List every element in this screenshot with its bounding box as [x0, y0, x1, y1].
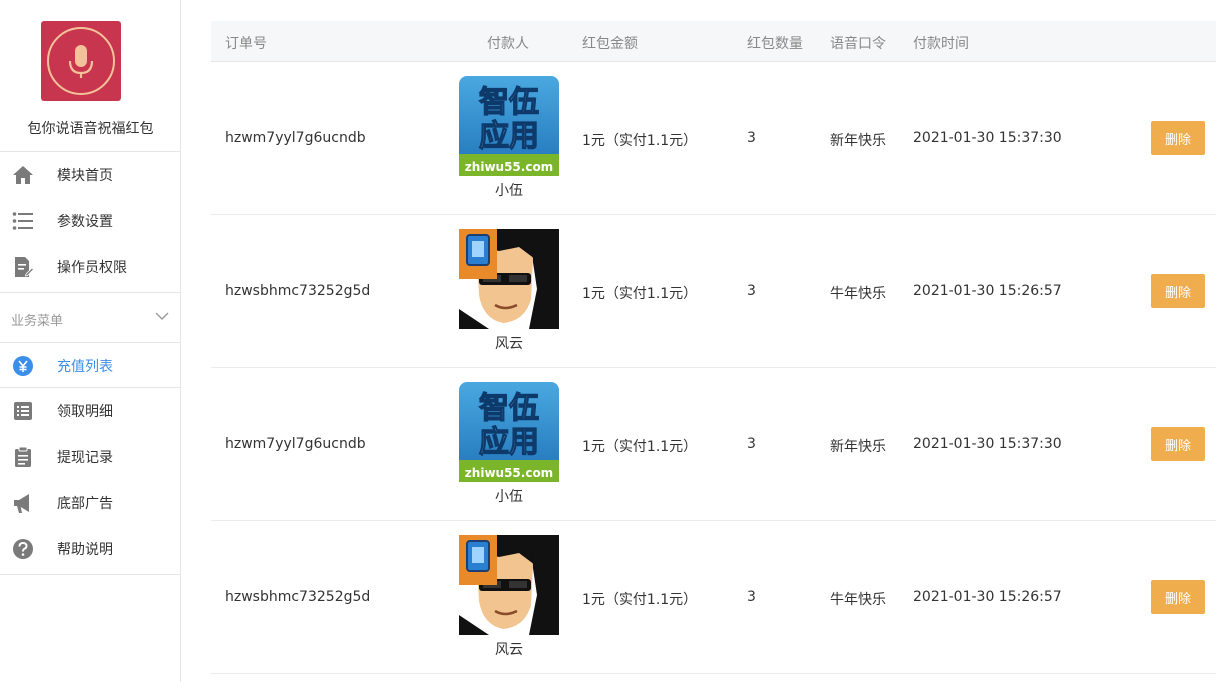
voice-password: 牛年快乐	[830, 286, 886, 302]
nav-item-label: 参数设置	[57, 214, 113, 230]
clipboard-icon	[15, 446, 31, 467]
section-business-menu[interactable]: 业务菜单	[0, 293, 180, 343]
app-name: 包你说语音祝福红包	[27, 121, 154, 137]
detail-list-icon	[14, 402, 32, 420]
nav-item-label: 帮助说明	[57, 542, 113, 558]
header-voice-password: 语音口令	[830, 36, 886, 52]
delete-button[interactable]: 删除	[1151, 121, 1205, 155]
header-pay-time: 付款时间	[913, 36, 969, 52]
red-packet-amount: 1元（实付1.1元）	[582, 286, 698, 302]
header-payer: 付款人	[487, 36, 529, 52]
order-number: hzwsbhmc73252g5d	[225, 283, 371, 299]
nav-item-operator-permissions[interactable]: 操作员权限	[0, 244, 180, 290]
avatar-image	[459, 229, 559, 329]
payer-name: 小伍	[495, 489, 523, 505]
nav-group-business: 领取明细 提现记录 底部广告 帮助说明	[0, 388, 180, 575]
table-row: hzwsbhmc73252g5d 风云 1元（实付1.1元） 3 牛年快乐 2021-0…	[211, 215, 1216, 368]
pay-time: 2021-01-30 15:37:30	[913, 130, 1062, 146]
voice-password: 新年快乐	[830, 439, 886, 455]
red-packet-amount: 1元（实付1.1元）	[582, 133, 698, 149]
red-packet-count: 3	[747, 130, 756, 146]
avatar-image	[459, 535, 559, 635]
delete-button[interactable]: 删除	[1151, 274, 1205, 308]
recharge-table: 订单号 付款人 红包金额 红包数量 语音口令 付款时间 hzwm7yyl7g6u…	[211, 21, 1216, 674]
svg-text:zhiwu55.com: zhiwu55.com	[465, 160, 553, 174]
svg-text:应用: 应用	[479, 425, 539, 460]
pay-time: 2021-01-30 15:37:30	[913, 436, 1062, 452]
payer-name: 风云	[495, 642, 523, 658]
pay-time: 2021-01-30 15:26:57	[913, 283, 1062, 299]
payer-avatar	[459, 229, 559, 329]
nav-item-recharge-list[interactable]: 充值列表	[0, 343, 180, 389]
nav-item-withdraw-records[interactable]: 提现记录	[0, 434, 180, 480]
chevron-down-icon	[155, 312, 169, 320]
home-icon	[13, 166, 33, 184]
payer-avatar: 智伍 应用 zhiwu55.com	[459, 382, 559, 482]
table-body: hzwm7yyl7g6ucndb 智伍 应用 zhiwu55.com 小伍 1元（…	[211, 62, 1216, 674]
payer-avatar: 智伍 应用 zhiwu55.com	[459, 76, 559, 176]
payer-name: 风云	[495, 336, 523, 352]
nav-item-label: 操作员权限	[57, 260, 127, 276]
list-settings-icon	[12, 212, 33, 230]
header-order-no: 订单号	[225, 36, 267, 52]
voice-password: 新年快乐	[830, 133, 886, 149]
pay-time: 2021-01-30 15:26:57	[913, 589, 1062, 605]
app-logo	[41, 21, 121, 101]
header-count: 红包数量	[747, 36, 803, 52]
delete-button[interactable]: 删除	[1151, 427, 1205, 461]
microphone-icon	[68, 45, 94, 78]
red-packet-count: 3	[747, 283, 756, 299]
red-packet-count: 3	[747, 436, 756, 452]
order-number: hzwsbhmc73252g5d	[225, 589, 371, 605]
nav-item-home[interactable]: 模块首页	[0, 152, 180, 198]
red-packet-count: 3	[747, 589, 756, 605]
megaphone-icon	[14, 494, 29, 513]
nav-item-settings[interactable]: 参数设置	[0, 198, 180, 244]
document-edit-icon	[15, 257, 34, 277]
red-packet-amount: 1元（实付1.1元）	[582, 439, 698, 455]
section-label: 业务菜单	[11, 314, 64, 329]
order-number: hzwm7yyl7g6ucndb	[225, 436, 366, 452]
order-number: hzwm7yyl7g6ucndb	[225, 130, 366, 146]
avatar-image: 智伍 应用 zhiwu55.com	[459, 382, 559, 482]
nav-item-label: 底部广告	[57, 496, 113, 512]
nav-item-label: 提现记录	[57, 450, 113, 466]
svg-text:智伍: 智伍	[479, 85, 539, 120]
red-packet-amount: 1元（实付1.1元）	[582, 592, 698, 608]
help-icon	[13, 539, 33, 559]
nav-item-claim-details[interactable]: 领取明细	[0, 388, 180, 434]
table-row: hzwsbhmc73252g5d 风云 1元（实付1.1元） 3 牛年快乐 2021-0…	[211, 521, 1216, 674]
nav-item-label: 领取明细	[57, 404, 113, 420]
table-header: 订单号 付款人 红包金额 红包数量 语音口令 付款时间	[211, 21, 1216, 62]
nav-group-main: 模块首页 参数设置 操作员权限	[0, 152, 180, 293]
table-row: hzwm7yyl7g6ucndb 智伍 应用 zhiwu55.com 小伍 1元（…	[211, 62, 1216, 215]
payer-name: 小伍	[495, 183, 523, 199]
app-header: 包你说语音祝福红包	[0, 0, 180, 152]
svg-text:zhiwu55.com: zhiwu55.com	[465, 466, 553, 480]
sidebar: 包你说语音祝福红包 模块首页 参数设置 操作员权限 业务菜单 充值列表 领取明细…	[0, 0, 181, 682]
yen-coin-icon	[13, 356, 33, 376]
nav-item-bottom-ads[interactable]: 底部广告	[0, 480, 180, 526]
voice-password: 牛年快乐	[830, 592, 886, 608]
delete-button[interactable]: 删除	[1151, 580, 1205, 614]
header-amount: 红包金额	[582, 36, 638, 52]
svg-text:智伍: 智伍	[479, 391, 539, 426]
avatar-image: 智伍 应用 zhiwu55.com	[459, 76, 559, 176]
payer-avatar	[459, 535, 559, 635]
nav-item-help[interactable]: 帮助说明	[0, 526, 180, 572]
active-block: 充值列表	[0, 343, 180, 388]
nav-item-label: 模块首页	[57, 168, 113, 184]
table-row: hzwm7yyl7g6ucndb 智伍 应用 zhiwu55.com 小伍 1元（…	[211, 368, 1216, 521]
nav-item-label: 充值列表	[57, 359, 113, 375]
svg-text:应用: 应用	[479, 119, 539, 154]
